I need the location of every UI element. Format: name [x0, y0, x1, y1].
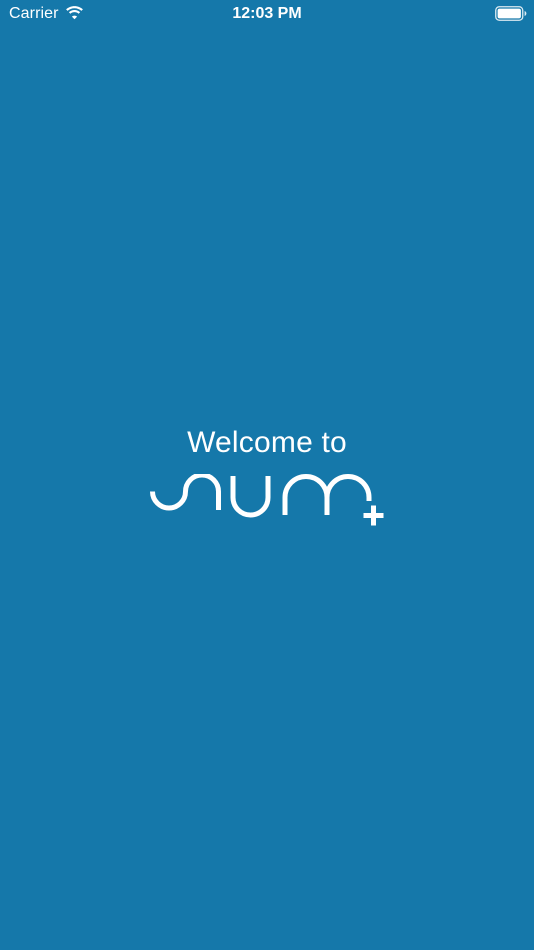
welcome-screen: Carrier 12:03 PM Welcome to [0, 0, 534, 950]
welcome-block: Welcome to [0, 424, 534, 462]
welcome-heading: Welcome to [187, 426, 347, 459]
battery-icon [495, 6, 527, 21]
clock: 12:03 PM [232, 5, 302, 22]
status-bar: Carrier 12:03 PM [0, 0, 534, 30]
sum-plus-logo [150, 474, 384, 526]
